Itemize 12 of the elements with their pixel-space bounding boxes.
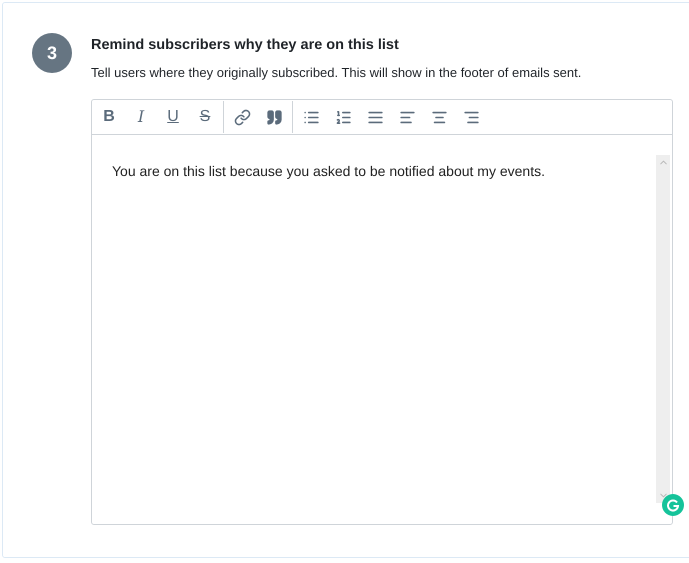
grammar-checker-icon[interactable] <box>662 494 684 516</box>
step-title: Remind subscribers why they are on this list <box>91 36 400 55</box>
underline-button[interactable]: U <box>157 101 189 134</box>
quote-icon <box>266 108 282 126</box>
step-number: 3 <box>32 33 72 73</box>
numbered-list-icon <box>334 108 352 126</box>
bold-button[interactable]: B <box>93 101 125 134</box>
link-icon <box>234 108 250 126</box>
step-description: Tell users where they originally subscribed. This will show in the footer of emails sent. <box>91 64 582 82</box>
strikethrough-button[interactable]: S <box>189 101 221 134</box>
editor-input[interactable]: You are on this list because you asked to be notified about my events. <box>92 155 656 504</box>
italic-button[interactable]: I <box>125 101 157 134</box>
